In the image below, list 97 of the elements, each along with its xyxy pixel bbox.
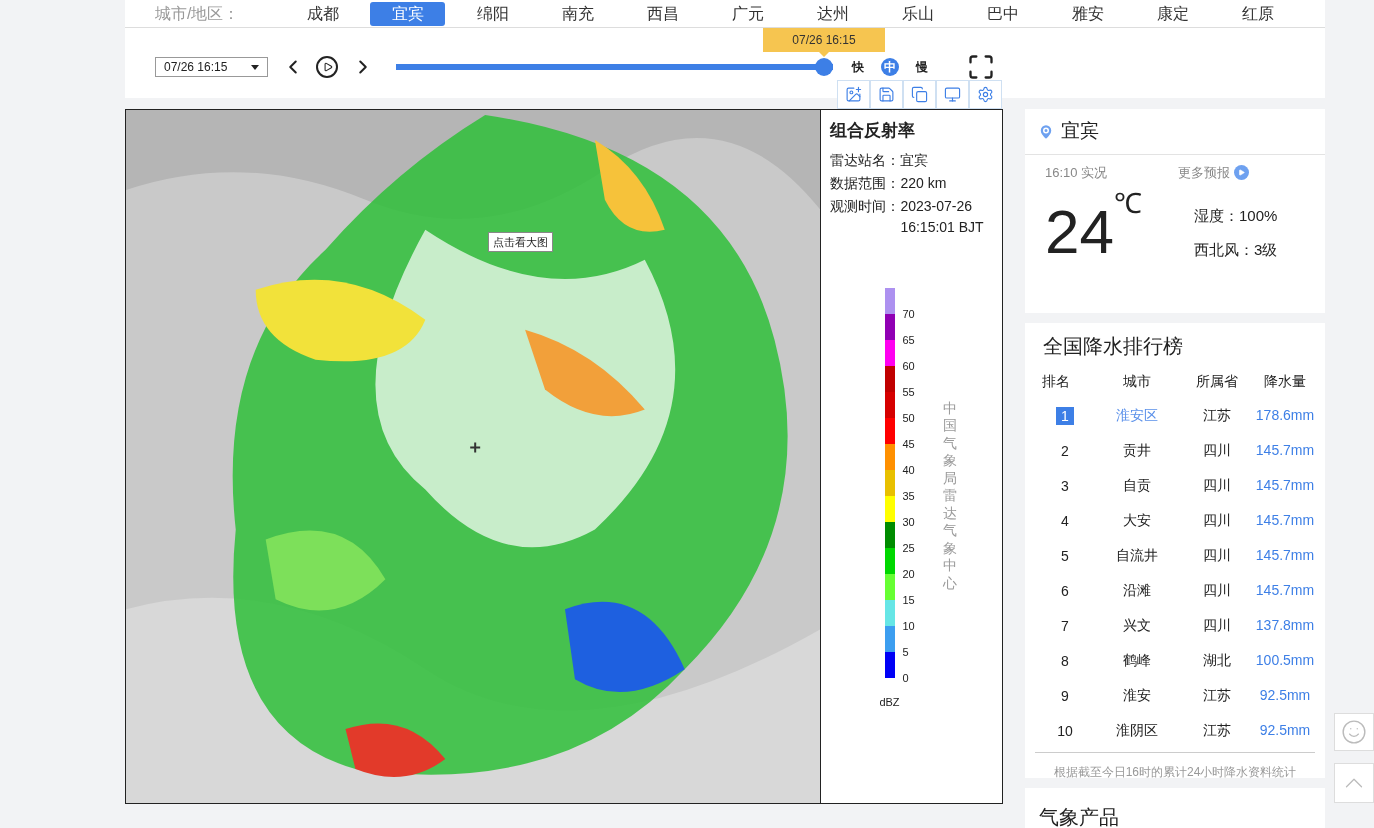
info-label: 观测时间： bbox=[830, 196, 901, 216]
info-label: 雷达站名： bbox=[830, 150, 901, 170]
province-cell-text: 四川 bbox=[1201, 441, 1232, 460]
more-forecast-link[interactable]: 更多预报 bbox=[1178, 163, 1249, 183]
rank-number: 3 bbox=[1060, 476, 1070, 495]
info-value: 2023-07-26 16:15:01 BJT bbox=[900, 196, 985, 237]
city-tab[interactable]: 广元 bbox=[710, 1, 785, 26]
legend-label: 15 bbox=[902, 594, 915, 606]
rainfall-cell-text: 145.7mm bbox=[1255, 546, 1315, 565]
rank-number: 4 bbox=[1060, 511, 1070, 530]
rank-number: 1 bbox=[1056, 406, 1074, 425]
ranking-note: 根据截至今日16时的累计24小时降水资料统计 bbox=[1053, 765, 1297, 779]
city-tab[interactable]: 雅安 bbox=[1050, 1, 1125, 26]
city-tab[interactable]: 巴中 bbox=[965, 1, 1040, 26]
city-tab[interactable]: 乐山 bbox=[880, 1, 955, 26]
column-header: 所属省 bbox=[1194, 372, 1239, 391]
time-tooltip: 07/26 16:15 bbox=[763, 28, 885, 57]
legend-label: 40 bbox=[902, 464, 915, 476]
speed-option[interactable]: 中 bbox=[881, 58, 899, 76]
legend-label: 55 bbox=[902, 386, 915, 398]
rainfall-cell-text: 145.7mm bbox=[1255, 581, 1315, 600]
info-value: 220 km bbox=[900, 173, 948, 193]
legend-label: 5 bbox=[902, 646, 909, 658]
temperature: 24 bbox=[1045, 196, 1114, 267]
province-cell-text: 四川 bbox=[1201, 476, 1232, 495]
legend-label: 50 bbox=[902, 412, 915, 424]
province-cell-text: 四川 bbox=[1201, 546, 1232, 565]
city-tab[interactable]: 南充 bbox=[540, 1, 615, 26]
products-title: 气象产品 bbox=[1039, 806, 1119, 828]
province-cell-text: 四川 bbox=[1201, 581, 1232, 600]
city-cell-text: 淮阴区 bbox=[1114, 721, 1159, 740]
city-tab[interactable]: 达州 bbox=[795, 1, 870, 26]
province-cell-text: 四川 bbox=[1201, 511, 1232, 530]
credit-text: 中国气象局雷达气象中心 bbox=[942, 399, 957, 592]
humidity: 湿度：100% bbox=[1193, 205, 1278, 226]
city-cell-text: 贡井 bbox=[1121, 441, 1152, 460]
rank-number: 8 bbox=[1060, 651, 1070, 670]
city-tab[interactable]: 康定 bbox=[1135, 1, 1210, 26]
rank-number: 5 bbox=[1060, 546, 1070, 565]
rank-number: 6 bbox=[1060, 581, 1070, 600]
city-tab[interactable]: 红原 bbox=[1220, 1, 1295, 26]
info-label: 数据范围： bbox=[830, 173, 901, 193]
rainfall-cell-text: 145.7mm bbox=[1255, 511, 1315, 530]
city-cell-text: 淮安 bbox=[1121, 686, 1152, 705]
legend-unit: dBZ bbox=[879, 694, 901, 710]
map-tooltip: 点击看大图 bbox=[488, 232, 553, 252]
city-cell-text: 大安 bbox=[1121, 511, 1152, 530]
rainfall-cell-text: 145.7mm bbox=[1255, 476, 1315, 495]
rainfall-cell-text: 137.8mm bbox=[1255, 616, 1315, 635]
column-header: 城市 bbox=[1121, 372, 1152, 391]
ranking-title: 全国降水排行榜 bbox=[1042, 334, 1184, 359]
city-cell-text: 淮安区 bbox=[1114, 406, 1159, 425]
legend-label: 70 bbox=[902, 308, 915, 320]
radar-title: 组合反射率 bbox=[830, 120, 917, 142]
speed-option[interactable]: 快 bbox=[849, 58, 867, 76]
legend-label: 35 bbox=[902, 490, 915, 502]
info-value: 宜宾 bbox=[900, 150, 930, 170]
column-header: 排名 bbox=[1041, 372, 1071, 391]
legend-label: 45 bbox=[902, 438, 915, 450]
legend-label: 65 bbox=[902, 334, 915, 346]
province-cell-text: 江苏 bbox=[1201, 721, 1232, 740]
rank-number: 9 bbox=[1060, 686, 1070, 705]
province-cell-text: 江苏 bbox=[1201, 686, 1232, 705]
observation-time: 16:10 实况 bbox=[1045, 164, 1109, 182]
wind: 西北风：3级 bbox=[1193, 240, 1278, 260]
city-name: 宜宾 bbox=[1061, 119, 1099, 144]
legend-label: 0 bbox=[902, 672, 909, 684]
rainfall-cell-text: 92.5mm bbox=[1258, 721, 1312, 740]
speed-option[interactable]: 慢 bbox=[913, 58, 931, 76]
rainfall-cell-text: 145.7mm bbox=[1255, 441, 1315, 460]
province-cell-text: 四川 bbox=[1201, 616, 1232, 635]
city-cell-text: 自流井 bbox=[1114, 546, 1159, 565]
legend-label: 60 bbox=[902, 360, 915, 372]
city-tab[interactable]: 宜宾 bbox=[370, 1, 445, 26]
column-header: 降水量 bbox=[1263, 372, 1307, 391]
city-cell-text: 自贡 bbox=[1121, 476, 1152, 495]
rank-number: 10 bbox=[1056, 721, 1074, 740]
city-tab[interactable]: 成都 bbox=[285, 1, 360, 26]
legend-label: 30 bbox=[902, 516, 915, 528]
rainfall-cell-text: 92.5mm bbox=[1258, 686, 1312, 705]
city-cell-text: 沿滩 bbox=[1121, 581, 1152, 600]
legend-label: 20 bbox=[902, 568, 915, 580]
legend-label: 10 bbox=[902, 620, 915, 632]
rank-number: 2 bbox=[1060, 441, 1070, 460]
time-select[interactable]: 07/26 16:15 bbox=[155, 57, 268, 77]
city-cell-text: 兴文 bbox=[1121, 616, 1152, 635]
province-cell-text: 湖北 bbox=[1201, 651, 1232, 670]
province-cell-text: 江苏 bbox=[1201, 406, 1232, 425]
temperature-unit: ℃ bbox=[1113, 188, 1143, 221]
legend-label: 25 bbox=[902, 542, 915, 554]
rainfall-cell-text: 178.6mm bbox=[1255, 406, 1315, 425]
city-bar-label: 城市/地区： bbox=[155, 3, 241, 24]
city-tab[interactable]: 西昌 bbox=[625, 1, 700, 26]
rainfall-cell-text: 100.5mm bbox=[1255, 651, 1315, 670]
city-cell-text: 鹤峰 bbox=[1121, 651, 1152, 670]
city-tab[interactable]: 绵阳 bbox=[455, 1, 530, 26]
rank-number: 7 bbox=[1060, 616, 1070, 635]
